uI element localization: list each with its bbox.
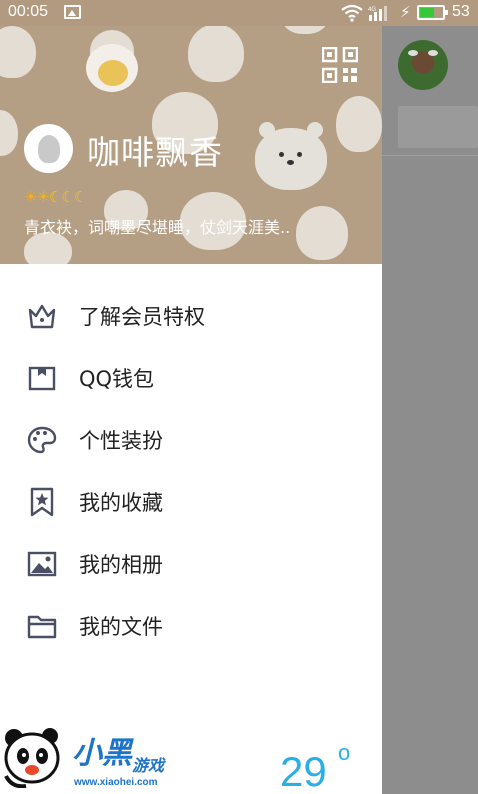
- watermark-title: 小黑: [72, 736, 132, 771]
- photo-icon: [27, 551, 57, 577]
- degree-symbol: o: [338, 740, 351, 765]
- profile-header[interactable]: 咖啡飘香 ☀☀☾☾☾ 青衣袂，词嘲墨尽堪睡，仗剑天涯美..: [0, 0, 382, 264]
- user-avatar[interactable]: [24, 124, 73, 173]
- side-drawer: 咖啡飘香 ☀☀☾☾☾ 青衣袂，词嘲墨尽堪睡，仗剑天涯美.. 了解会员特权 QQ钱…: [0, 0, 382, 794]
- penguin-icon: [38, 135, 60, 163]
- menu-item-label: 我的相册: [79, 553, 163, 577]
- menu-item-personalize[interactable]: 个性装扮: [0, 408, 382, 470]
- egg-decoration: [86, 44, 138, 92]
- bear-decoration: [255, 122, 327, 190]
- contact-avatar: [398, 40, 448, 90]
- battery-icon: [417, 5, 448, 20]
- site-watermark: 小黑 游戏 www.xiaohei.com: [0, 720, 200, 794]
- folder-icon: [27, 615, 57, 639]
- battery-level: 53: [452, 3, 470, 20]
- menu-item-qq-wallet[interactable]: QQ钱包: [0, 346, 382, 408]
- crown-icon: [28, 304, 56, 329]
- user-nickname[interactable]: 咖啡飘香: [87, 126, 223, 174]
- menu-item-favorites[interactable]: 我的收藏: [0, 470, 382, 532]
- signal-icon: 4G: [368, 6, 387, 21]
- watermark-subtitle: 游戏: [132, 756, 165, 775]
- charging-icon: ⚡: [400, 3, 411, 21]
- bookmark-star-icon: [30, 487, 54, 517]
- menu-item-label: QQ钱包: [79, 367, 155, 391]
- menu-item-photo-album[interactable]: 我的相册: [0, 532, 382, 594]
- sun-icon: ☀: [36, 188, 49, 206]
- palette-icon: [27, 426, 57, 454]
- wallet-icon: [28, 366, 56, 391]
- qr-code-icon[interactable]: [322, 47, 358, 83]
- watermark-url: www.xiaohei.com: [74, 777, 158, 788]
- bun-decoration: [336, 96, 382, 152]
- bun-decoration: [0, 26, 36, 78]
- user-signature[interactable]: 青衣袂，词嘲墨尽堪睡，仗剑天涯美..: [24, 214, 344, 238]
- divider: [382, 155, 478, 156]
- bun-decoration: [0, 110, 18, 156]
- search-bar: [398, 106, 478, 148]
- menu-item-vip-privileges[interactable]: 了解会员特权: [0, 284, 382, 346]
- moon-icon: ☾: [61, 188, 74, 206]
- sun-icon: ☀: [24, 188, 37, 206]
- image-notification-icon: [64, 5, 81, 19]
- menu-item-label: 个性装扮: [79, 429, 163, 453]
- status-bar: 00:05 4G ⚡ 53: [0, 0, 478, 26]
- moon-icon: ☾: [73, 188, 87, 206]
- drawer-menu: 了解会员特权 QQ钱包 个性装扮 我的收藏 我的相册 我的文件: [0, 284, 382, 656]
- wifi-icon: [341, 4, 363, 22]
- panda-logo-icon: [4, 728, 60, 788]
- temperature-value: 29: [280, 748, 327, 794]
- bun-decoration: [188, 24, 244, 82]
- weather-temperature[interactable]: 29 o: [280, 740, 350, 794]
- moon-icon: ☾: [48, 188, 62, 206]
- menu-item-label: 我的文件: [79, 615, 163, 639]
- menu-item-label: 了解会员特权: [79, 305, 205, 329]
- menu-item-my-files[interactable]: 我的文件: [0, 594, 382, 656]
- status-time: 00:05: [8, 3, 49, 20]
- qq-level-badges[interactable]: ☀☀☾☾☾: [24, 188, 87, 206]
- menu-item-label: 我的收藏: [79, 491, 163, 515]
